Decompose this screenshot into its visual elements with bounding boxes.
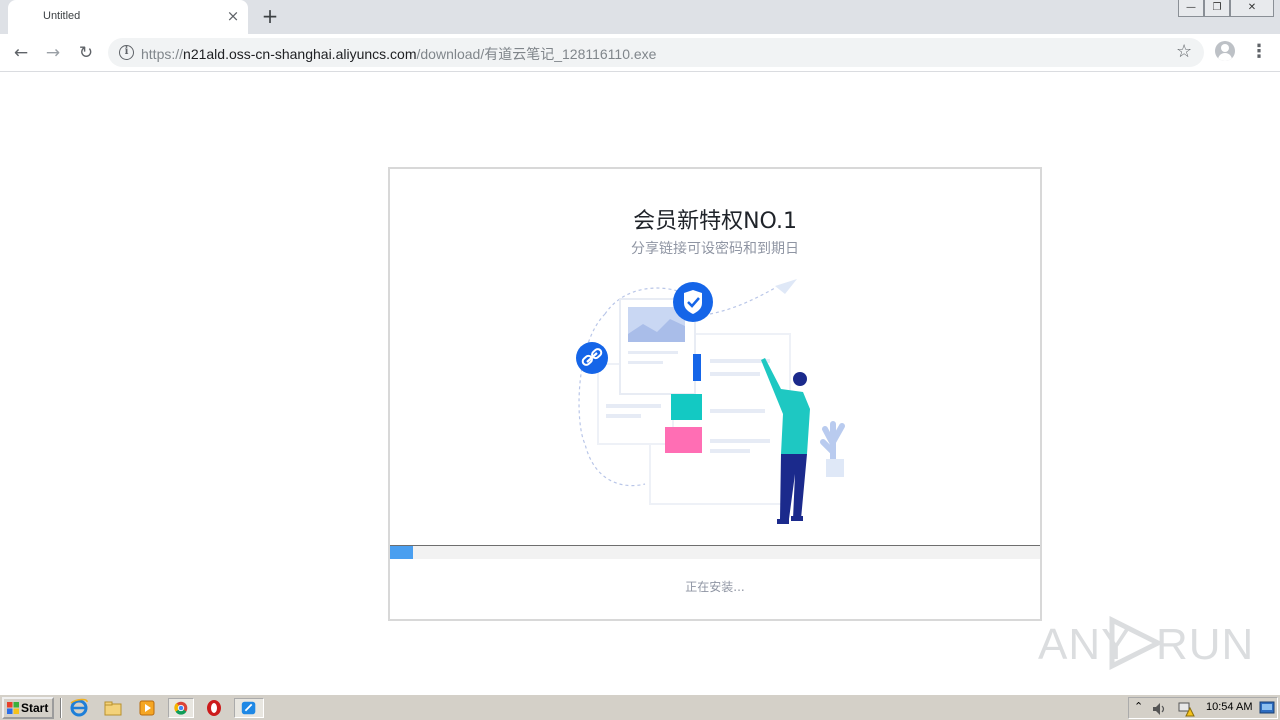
chrome-icon[interactable] xyxy=(168,698,194,718)
address-bar[interactable]: i https://n21ald.oss-cn-shanghai.aliyunc… xyxy=(108,38,1204,67)
taskbar-separator xyxy=(60,698,62,718)
new-tab-button[interactable]: + xyxy=(259,5,281,27)
explorer-icon[interactable] xyxy=(102,698,124,718)
bookmark-star-icon[interactable]: ☆ xyxy=(1176,41,1192,62)
url-host: n21ald.oss-cn-shanghai.aliyuncs.com xyxy=(183,46,417,62)
forward-button[interactable]: → xyxy=(41,41,65,65)
back-button[interactable]: ← xyxy=(9,41,33,65)
progress-fill xyxy=(390,546,413,559)
profile-avatar-icon[interactable] xyxy=(1215,41,1235,61)
avatar-head xyxy=(1221,44,1229,52)
browser-menu-icon[interactable]: ⋮ xyxy=(1250,41,1268,63)
install-progress-bar xyxy=(390,545,1040,559)
close-window-button[interactable]: ✕ xyxy=(1230,0,1274,17)
site-info-icon[interactable]: i xyxy=(119,45,134,60)
opera-icon[interactable] xyxy=(203,698,225,718)
url-scheme: https:// xyxy=(141,46,184,62)
teal-block xyxy=(671,394,702,420)
network-warning-icon[interactable] xyxy=(1177,701,1195,717)
tab-strip: Untitled × + — ❐ ✕ xyxy=(0,0,1280,34)
pink-block xyxy=(665,427,702,453)
browser-toolbar: ← → ↻ i https://n21ald.oss-cn-shanghai.a… xyxy=(0,34,1280,72)
blue-block xyxy=(693,354,701,381)
promo-illustration xyxy=(576,279,845,524)
anyrun-watermark: ANY RUN xyxy=(1036,612,1253,674)
ie-icon[interactable] xyxy=(68,698,90,718)
dashed-plane-trail xyxy=(709,287,776,315)
plant-icon xyxy=(820,421,845,477)
system-tray: ⌃ 10:54 AM xyxy=(1128,697,1278,719)
installer-subtitle: 分享链接可设密码和到期日 xyxy=(631,241,799,257)
window-controls: — ❐ ✕ xyxy=(1178,0,1274,18)
installer-app-icon[interactable] xyxy=(234,698,264,718)
avatar-body xyxy=(1218,53,1232,61)
taskbar: Start ⌃ 10:54 AM xyxy=(0,694,1280,720)
tab-close-icon[interactable]: × xyxy=(225,8,241,24)
start-button[interactable]: Start xyxy=(2,697,54,719)
tab-title: Untitled xyxy=(43,10,81,22)
tray-expand-icon[interactable]: ⌃ xyxy=(1134,700,1143,713)
paper-plane-icon xyxy=(775,279,797,294)
minimize-button[interactable]: — xyxy=(1178,0,1204,17)
show-desktop-icon[interactable] xyxy=(1259,701,1275,715)
watermark-right-text: RUN xyxy=(1156,620,1255,669)
browser-tab[interactable]: Untitled × xyxy=(8,0,248,34)
windows-logo-icon xyxy=(7,702,19,714)
url-text[interactable]: https://n21ald.oss-cn-shanghai.aliyuncs.… xyxy=(141,44,656,64)
restore-button[interactable]: ❐ xyxy=(1204,0,1230,17)
media-player-icon[interactable] xyxy=(136,698,158,718)
installer-title: 会员新特权NO.1 xyxy=(633,209,797,234)
reload-button[interactable]: ↻ xyxy=(74,41,98,65)
url-path: /download/有道云笔记_128116110.exe xyxy=(416,46,657,62)
installer-window: 会员新特权NO.1 分享链接可设密码和到期日 正在安装... xyxy=(388,167,1042,621)
start-label: Start xyxy=(21,701,49,715)
install-status-text: 正在安装... xyxy=(685,580,745,594)
taskbar-clock[interactable]: 10:54 AM xyxy=(1206,701,1252,713)
volume-icon[interactable] xyxy=(1151,701,1167,717)
